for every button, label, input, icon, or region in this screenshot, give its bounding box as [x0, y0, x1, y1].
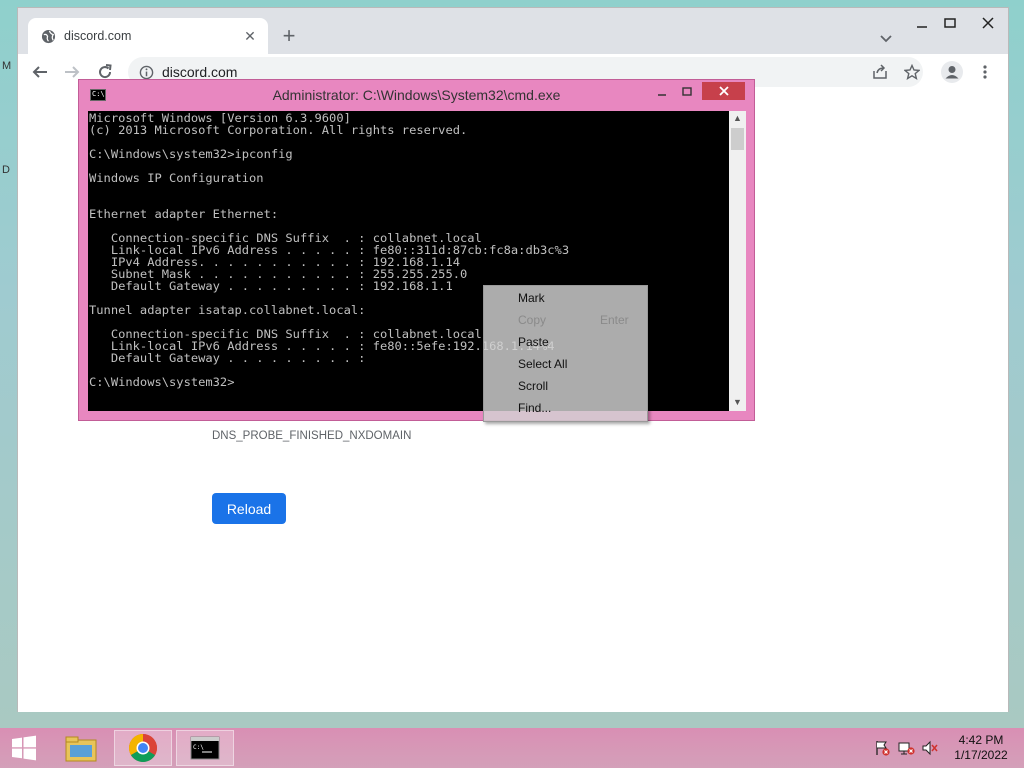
clock-date: 1/17/2022 — [954, 748, 1008, 762]
star-icon — [904, 64, 920, 80]
menu-item-scroll[interactable]: Scroll — [518, 379, 548, 393]
volume-icon[interactable] — [922, 740, 938, 756]
network-icon[interactable] — [898, 740, 915, 756]
svg-text:C:\: C:\ — [193, 744, 204, 751]
avatar-icon — [941, 61, 963, 83]
menu-item-copy[interactable]: Copy — [518, 313, 546, 327]
terminal-icon: C:\ — [190, 736, 220, 760]
share-icon — [873, 64, 887, 79]
cmd-taskbar[interactable]: C:\ — [176, 730, 234, 766]
back-arrow-icon — [32, 66, 47, 78]
profile-button[interactable] — [940, 60, 964, 84]
new-tab-button[interactable]: + — [277, 25, 301, 49]
tab-strip: discord.com ✕ + — [18, 8, 1008, 54]
scroll-down-icon[interactable]: ▼ — [729, 395, 746, 410]
windows-logo-icon — [12, 735, 36, 761]
desktop-icon-label[interactable]: M — [2, 60, 11, 72]
context-menu: Mark Copy Enter Paste Select All Scroll … — [483, 285, 648, 422]
maximize-button[interactable] — [936, 12, 964, 34]
start-button[interactable] — [0, 730, 48, 766]
cmd-maximize-button[interactable] — [676, 82, 698, 101]
tab-title: discord.com — [64, 29, 132, 43]
cmd-titlebar[interactable]: C:\ Administrator: C:\Windows\System32\c… — [79, 80, 754, 110]
clock-time: 4:42 PM — [958, 733, 1004, 747]
folder-icon — [65, 736, 97, 762]
minimize-button[interactable] — [908, 12, 936, 34]
back-button[interactable] — [28, 60, 52, 84]
error-code: DNS_PROBE_FINISHED_NXDOMAIN — [212, 430, 412, 442]
menu-button[interactable] — [973, 60, 997, 84]
globe-icon — [40, 28, 56, 44]
cmd-close-button[interactable] — [702, 82, 745, 100]
copy-shortcut: Enter — [600, 313, 629, 327]
scroll-up-icon[interactable]: ▲ — [729, 111, 746, 126]
menu-item-paste[interactable]: Paste — [518, 335, 549, 349]
info-icon[interactable] — [138, 64, 154, 80]
scroll-thumb[interactable] — [731, 128, 744, 150]
url-text[interactable]: discord.com — [162, 64, 237, 80]
close-window-button[interactable] — [974, 12, 1002, 34]
menu-item-select-all[interactable]: Select All — [518, 357, 567, 371]
bookmark-button[interactable] — [900, 60, 924, 84]
close-icon — [718, 86, 729, 96]
cmd-minimize-button[interactable] — [651, 82, 673, 101]
menu-item-mark[interactable]: Mark — [518, 291, 545, 305]
system-clock[interactable]: 4:42 PM 1/17/2022 — [946, 733, 1016, 763]
close-icon[interactable]: ✕ — [242, 28, 258, 44]
cmd-window: C:\ Administrator: C:\Windows\System32\c… — [78, 79, 755, 421]
share-button[interactable] — [868, 60, 892, 84]
file-explorer-taskbar[interactable] — [52, 730, 110, 766]
kebab-menu-icon — [983, 65, 987, 79]
menu-item-find[interactable]: Find... — [518, 401, 551, 415]
desktop-icon-label[interactable]: D — [2, 164, 10, 176]
tab-discord[interactable]: discord.com ✕ — [28, 18, 268, 54]
chevron-down-icon[interactable] — [876, 28, 896, 48]
taskbar: C:\ 4:42 PM 1/17/2022 — [0, 728, 1024, 768]
action-center-icon[interactable] — [874, 740, 890, 756]
chrome-icon — [129, 734, 157, 762]
chrome-taskbar[interactable] — [114, 730, 172, 766]
console-scrollbar[interactable]: ▲ ▼ — [729, 111, 746, 411]
reload-button[interactable]: Reload — [212, 493, 286, 524]
